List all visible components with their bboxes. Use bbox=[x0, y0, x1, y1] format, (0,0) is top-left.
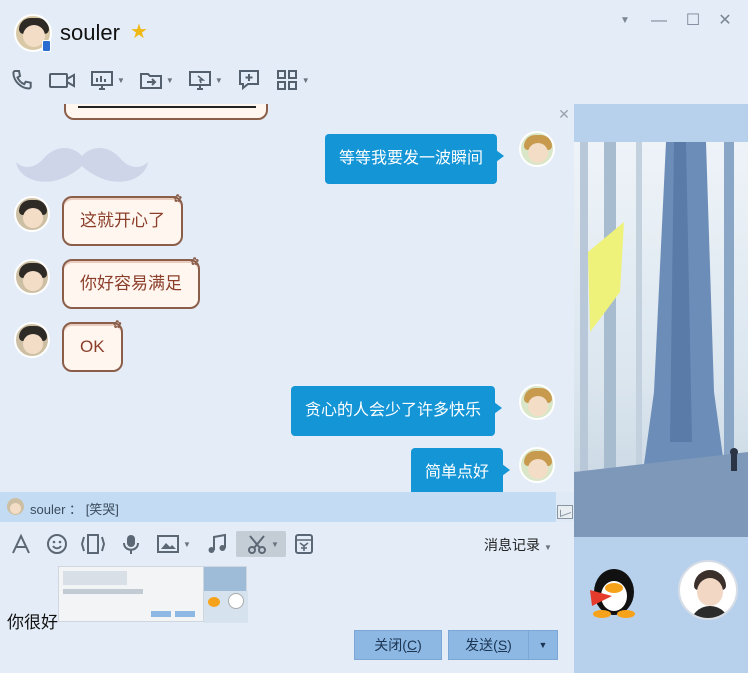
voice-icon[interactable] bbox=[120, 531, 142, 557]
notification-text: [笑哭] bbox=[85, 502, 119, 517]
my-avatar[interactable] bbox=[519, 384, 555, 420]
input-text[interactable]: 你很好 bbox=[7, 608, 58, 633]
sender-name: souler bbox=[30, 502, 66, 517]
vip-star-icon[interactable]: ★ bbox=[130, 22, 150, 42]
message-input[interactable]: 你很好 关闭(C) 发送(S) ▼ bbox=[0, 564, 574, 673]
bow-icon: ✿ bbox=[112, 319, 122, 331]
collapse-icon[interactable]: ✕ bbox=[556, 106, 572, 122]
notification-close-icon[interactable] bbox=[557, 505, 573, 519]
sender-avatar bbox=[7, 498, 24, 515]
send-options-dropdown[interactable]: ▼ bbox=[528, 630, 558, 660]
font-icon[interactable] bbox=[10, 531, 32, 557]
title-bar: souler ★ ▼ — ☐ ✕ ▼ ▼ ▼ ▼ bbox=[0, 0, 748, 104]
message-bubble-out[interactable]: 等等我要发一波瞬间 bbox=[325, 134, 505, 184]
video-icon[interactable] bbox=[48, 66, 76, 94]
input-toolbar: ▼ ▼ 消息记录 ▼ bbox=[0, 522, 574, 564]
message-bubble-in[interactable]: 你好容易满足 ✿ bbox=[62, 256, 200, 309]
phone-icon[interactable] bbox=[10, 66, 34, 94]
contact-show-panel bbox=[574, 104, 748, 673]
red-packet-icon[interactable] bbox=[294, 531, 314, 557]
maximize-icon[interactable]: ☐ bbox=[682, 10, 704, 32]
message-text: 你好容易满足 bbox=[80, 274, 182, 293]
remote-desktop-icon[interactable]: ▼ bbox=[188, 66, 223, 94]
music-icon[interactable] bbox=[206, 531, 228, 557]
contact-message-avatar[interactable] bbox=[14, 259, 50, 295]
my-avatar[interactable] bbox=[519, 447, 555, 483]
pasted-screenshot-thumbnail[interactable] bbox=[58, 566, 204, 622]
close-icon[interactable]: ✕ bbox=[714, 10, 736, 32]
shake-icon[interactable] bbox=[80, 531, 106, 557]
bow-icon: ✿ bbox=[190, 256, 200, 268]
mobile-online-icon bbox=[42, 40, 51, 52]
bow-icon: ✿ bbox=[173, 193, 183, 205]
top-toolbar: ▼ ▼ ▼ ▼ bbox=[10, 66, 324, 94]
dropdown-icon[interactable]: ▼ bbox=[614, 10, 636, 32]
message-text: OK bbox=[80, 337, 105, 356]
pasted-screenshot-thumbnail[interactable] bbox=[203, 566, 248, 623]
screenshot-icon[interactable]: ▼ bbox=[236, 531, 286, 557]
message-bubble-in[interactable]: 这就开心了 ✿ bbox=[62, 193, 183, 246]
history-label: 消息记录 bbox=[484, 537, 540, 553]
qq-penguin-icon[interactable] bbox=[582, 566, 640, 618]
contact-name[interactable]: souler bbox=[60, 20, 120, 46]
add-message-icon[interactable] bbox=[237, 66, 261, 94]
mustache-sticker bbox=[16, 147, 148, 182]
apps-icon[interactable]: ▼ bbox=[275, 66, 310, 94]
image-icon[interactable]: ▼ bbox=[156, 531, 191, 557]
send-button[interactable]: 发送(S) bbox=[448, 630, 528, 660]
file-transfer-icon[interactable]: ▼ bbox=[139, 66, 174, 94]
message-bubble-out[interactable]: 简单点好 bbox=[411, 448, 511, 492]
minimize-icon[interactable]: — bbox=[648, 10, 670, 32]
separator: ： bbox=[69, 502, 83, 517]
message-history-button[interactable]: 消息记录 ▼ bbox=[484, 535, 552, 555]
partial-message-bubble bbox=[64, 104, 268, 120]
my-avatar[interactable] bbox=[519, 131, 555, 167]
message-text: 这就开心了 bbox=[80, 211, 165, 230]
new-message-notification[interactable]: souler ： [笑哭] bbox=[0, 492, 556, 522]
close-button[interactable]: 关闭(C) bbox=[354, 630, 442, 660]
message-bubble-out[interactable]: 贪心的人会少了许多快乐 bbox=[291, 386, 503, 436]
contact-message-avatar[interactable] bbox=[14, 322, 50, 358]
message-bubble-in[interactable]: OK ✿ bbox=[62, 319, 123, 372]
forest-background-image bbox=[574, 142, 748, 537]
my-show-avatar[interactable] bbox=[678, 560, 738, 620]
emoji-icon[interactable] bbox=[46, 531, 68, 557]
screen-share-icon[interactable]: ▼ bbox=[90, 66, 125, 94]
contact-message-avatar[interactable] bbox=[14, 196, 50, 232]
chat-history[interactable]: 等等我要发一波瞬间 这就开心了 ✿ 你好容易满足 ✿ OK ✿ 贪心的人会少了许… bbox=[0, 104, 574, 492]
